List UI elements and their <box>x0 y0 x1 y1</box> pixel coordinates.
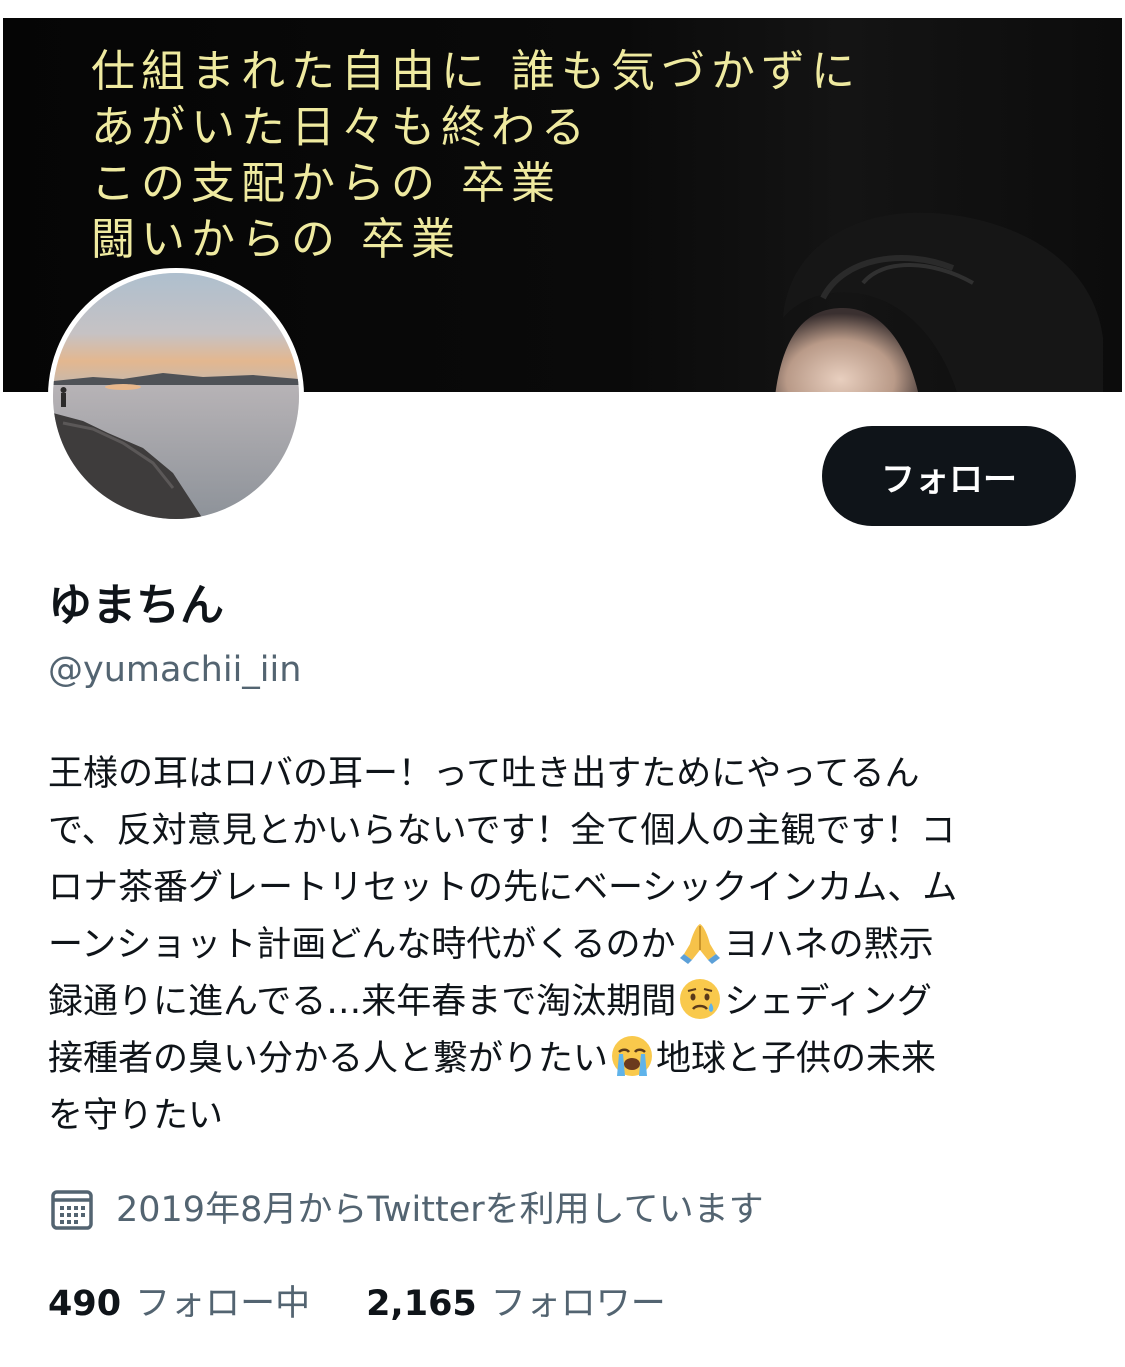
bio-text: ーンショット計画どんな時代がくるのか <box>48 925 676 965</box>
calendar-icon <box>51 1190 93 1230</box>
bio-line-with-emoji: ーンショット計画どんな時代がくるのか ヨハネの黙示 <box>48 917 1078 974</box>
followers-label: フォロワー <box>490 1284 666 1324</box>
bio-line: を守りたい <box>48 1096 224 1136</box>
user-handle: @yumachii_iin <box>48 650 302 690</box>
following-label: フォロー中 <box>135 1284 311 1324</box>
banner-caption-line: 仕組まれた自由に 誰も気づかずに <box>91 46 861 97</box>
follow-button[interactable]: フォロー <box>822 426 1076 526</box>
profile-avatar[interactable] <box>48 268 304 524</box>
followers-count: 2,165 <box>366 1284 477 1324</box>
joined-date: 2019年8月からTwitterを利用しています <box>48 1186 764 1234</box>
sad-relieved-face-icon <box>680 979 721 1019</box>
bio-text: シェディング <box>724 982 932 1022</box>
banner-caption-line: この支配からの 卒業 <box>91 158 561 209</box>
banner-caption: 仕組まれた自由に 誰も気づかずに あがいた日々も終わる この支配からの 卒業 闘… <box>91 44 861 268</box>
loudly-crying-face-icon <box>612 1036 653 1076</box>
followers-link[interactable]: 2,165 フォロワー <box>366 1280 666 1328</box>
following-link[interactable]: 490 フォロー中 <box>48 1280 310 1328</box>
banner-caption-line: あがいた日々も終わる <box>91 102 591 153</box>
bio-line-with-emoji: 接種者の臭い分かる人と繋がりたい 地球と子供の未来 <box>48 1031 1078 1088</box>
bio-line-with-emoji: 録通りに進んでる…来年春まで淘汰期間 シェディング <box>48 974 1078 1031</box>
folded-hands-icon <box>679 924 720 964</box>
bio-text: 地球と子供の未来 <box>656 1039 937 1079</box>
bio-line: ロナ茶番グレートリセットの先にベーシックインカム、ム <box>48 868 958 908</box>
avatar-sunset-photo <box>53 273 299 519</box>
bio-line: で、反対意見とかいらないです！全て個人の主観です！コ <box>48 811 956 851</box>
joined-date-text: 2019年8月からTwitterを利用しています <box>116 1190 764 1230</box>
bio-line: 王様の耳はロバの耳ー！って吐き出すためにやってるん <box>48 754 920 794</box>
follow-stats: 490 フォロー中 2,165 フォロワー <box>48 1280 722 1328</box>
banner-person-photo <box>775 212 1103 392</box>
banner-caption-line: 闘いからの 卒業 <box>91 214 461 265</box>
bio-text: 接種者の臭い分かる人と繋がりたい <box>48 1039 609 1079</box>
profile-bio: 王様の耳はロバの耳ー！って吐き出すためにやってるん で、反対意見とかいらないです… <box>48 746 1078 1145</box>
bio-text: ヨハネの黙示 <box>723 925 934 965</box>
display-name: ゆまちん <box>48 580 224 631</box>
bio-text: 録通りに進んでる…来年春まで淘汰期間 <box>48 982 677 1022</box>
following-count: 490 <box>48 1284 122 1324</box>
